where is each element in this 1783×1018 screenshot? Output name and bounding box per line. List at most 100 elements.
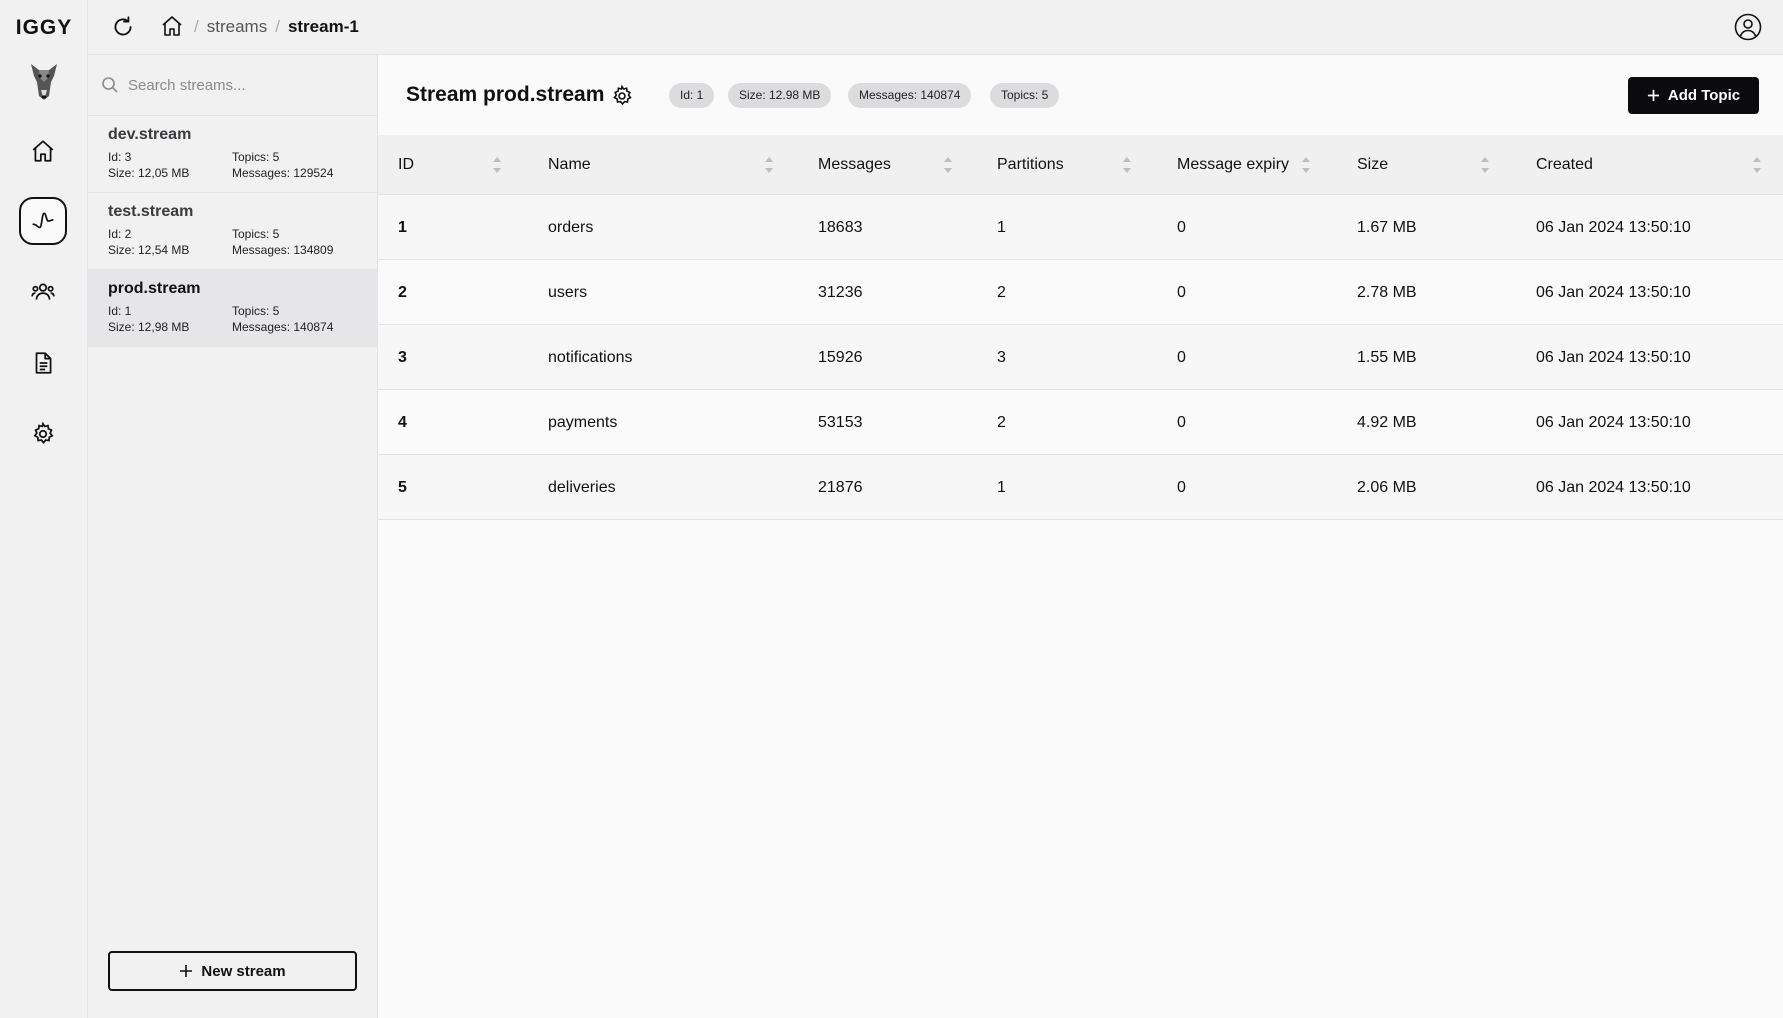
home-icon [32, 140, 54, 162]
cell-partitions: 2 [997, 284, 1006, 301]
cell-partitions: 1 [997, 479, 1006, 496]
cell-name: deliveries [548, 479, 616, 496]
sort-icon[interactable] [1479, 154, 1491, 176]
stream-name: prod.stream [108, 280, 201, 297]
cell-name: users [548, 284, 588, 301]
cell-created: 06 Jan 2024 13:50:10 [1536, 219, 1691, 236]
sort-icon[interactable] [1751, 154, 1763, 176]
nav-streams-button[interactable] [19, 197, 67, 245]
cell-size: 2.06 MB [1357, 479, 1417, 496]
cell-messages: 53153 [818, 414, 863, 431]
sort-icon[interactable] [491, 154, 503, 176]
cell-created: 06 Jan 2024 13:50:10 [1536, 414, 1691, 431]
column-header-created[interactable]: Created [1536, 135, 1593, 195]
cell-name: notifications [548, 349, 633, 366]
users-icon [31, 283, 55, 300]
nav-logs-button[interactable] [19, 339, 67, 387]
breadcrumb-current: stream-1 [287, 17, 359, 36]
sort-icon[interactable] [1121, 154, 1133, 176]
cell-message-expiry: 0 [1177, 349, 1186, 366]
add-topic-label: Add Topic [1667, 87, 1741, 104]
breadcrumb: / streams / stream-1 [194, 17, 359, 37]
cell-partitions: 3 [997, 349, 1006, 366]
column-header-id[interactable]: ID [398, 135, 414, 195]
cell-partitions: 1 [997, 219, 1006, 236]
stream-item-prod[interactable]: prod.stream Id: 1 Topics: 5 Size: 12,98 … [88, 270, 378, 347]
sort-icon[interactable] [1300, 154, 1312, 176]
column-header-partitions[interactable]: Partitions [997, 135, 1064, 195]
cell-created: 06 Jan 2024 13:50:10 [1536, 349, 1691, 366]
cell-id: 3 [398, 349, 407, 366]
messages-badge: Messages: 140874 [848, 83, 972, 108]
sort-icon[interactable] [942, 154, 954, 176]
cell-name: orders [548, 219, 594, 236]
app-logo: IGGY [15, 16, 73, 39]
stream-item-test[interactable]: test.stream Id: 2 Topics: 5 Size: 12,54 … [88, 193, 378, 270]
cell-id: 5 [398, 479, 407, 496]
stream-settings-icon[interactable] [610, 84, 634, 108]
page-title: Stream prod.stream [406, 83, 605, 106]
breadcrumb-separator: / [275, 17, 280, 36]
breadcrumb-home-icon[interactable] [160, 14, 184, 38]
cell-size: 1.67 MB [1357, 219, 1417, 236]
cell-messages: 15926 [818, 349, 863, 366]
cell-message-expiry: 0 [1177, 414, 1186, 431]
stream-messages: Messages: 140874 [232, 320, 334, 334]
breadcrumb-separator: / [194, 17, 199, 36]
add-topic-button[interactable]: Add Topic [1628, 77, 1759, 114]
left-nav-rail: IGGY [0, 0, 88, 1018]
search-icon [102, 77, 118, 93]
column-header-message-expiry[interactable]: Message expiry [1177, 135, 1289, 195]
cell-partitions: 2 [997, 414, 1006, 431]
stream-id: Id: 3 [108, 150, 132, 164]
sort-icon[interactable] [763, 154, 775, 176]
cell-size: 4.92 MB [1357, 414, 1417, 431]
cell-messages: 21876 [818, 479, 863, 496]
top-bar: / streams / stream-1 [88, 0, 1783, 55]
table-row[interactable]: 1 orders 18683 1 0 1.67 MB 06 Jan 2024 1… [378, 195, 1783, 260]
column-header-size[interactable]: Size [1357, 135, 1388, 195]
stream-topics: Topics: 5 [232, 150, 280, 164]
cell-size: 1.55 MB [1357, 349, 1417, 366]
cell-created: 06 Jan 2024 13:50:10 [1536, 479, 1691, 496]
search-bar [88, 55, 378, 116]
stream-header: Stream prod.stream Id: 1 Size: 12.98 MB … [378, 55, 1783, 135]
column-header-name[interactable]: Name [548, 135, 591, 195]
stream-size: Size: 12,54 MB [108, 243, 190, 257]
cell-message-expiry: 0 [1177, 219, 1186, 236]
id-badge: Id: 1 [669, 83, 715, 108]
search-streams-input[interactable] [128, 68, 368, 102]
nav-users-button[interactable] [19, 268, 67, 316]
cell-created: 06 Jan 2024 13:50:10 [1536, 284, 1691, 301]
stream-messages: Messages: 134809 [232, 243, 334, 257]
size-badge: Size: 12.98 MB [728, 83, 832, 108]
table-row[interactable]: 3 notifications 15926 3 0 1.55 MB 06 Jan… [378, 325, 1783, 390]
stream-name: test.stream [108, 203, 194, 220]
table-row[interactable]: 5 deliveries 21876 1 0 2.06 MB 06 Jan 20… [378, 455, 1783, 520]
plus-icon [1647, 89, 1659, 102]
profile-icon[interactable] [1733, 12, 1763, 42]
table-header: ID Name Messages Partitions Message expi… [378, 135, 1783, 195]
nav-home-button[interactable] [19, 127, 67, 175]
table-row[interactable]: 2 users 31236 2 0 2.78 MB 06 Jan 2024 13… [378, 260, 1783, 325]
stream-size: Size: 12,05 MB [108, 166, 190, 180]
cell-messages: 18683 [818, 219, 863, 236]
cell-message-expiry: 0 [1177, 284, 1186, 301]
table-row[interactable]: 4 payments 53153 2 0 4.92 MB 06 Jan 2024… [378, 390, 1783, 455]
cell-messages: 31236 [818, 284, 863, 301]
refresh-icon[interactable] [110, 14, 136, 40]
new-stream-button[interactable]: New stream [108, 951, 357, 991]
stream-id: Id: 2 [108, 227, 132, 241]
stream-item-dev[interactable]: dev.stream Id: 3 Topics: 5 Size: 12,05 M… [88, 116, 378, 193]
cell-id: 4 [398, 414, 407, 431]
cell-id: 2 [398, 284, 407, 301]
column-header-messages[interactable]: Messages [818, 135, 891, 195]
stream-topics: Topics: 5 [232, 227, 280, 241]
nav-settings-button[interactable] [19, 410, 67, 458]
cell-message-expiry: 0 [1177, 479, 1186, 496]
breadcrumb-streams-link[interactable]: streams [207, 17, 267, 37]
stream-messages: Messages: 129524 [232, 166, 334, 180]
plus-icon [180, 965, 193, 977]
streams-icon [32, 212, 54, 229]
stream-detail-panel: Stream prod.stream Id: 1 Size: 12.98 MB … [378, 55, 1783, 1018]
